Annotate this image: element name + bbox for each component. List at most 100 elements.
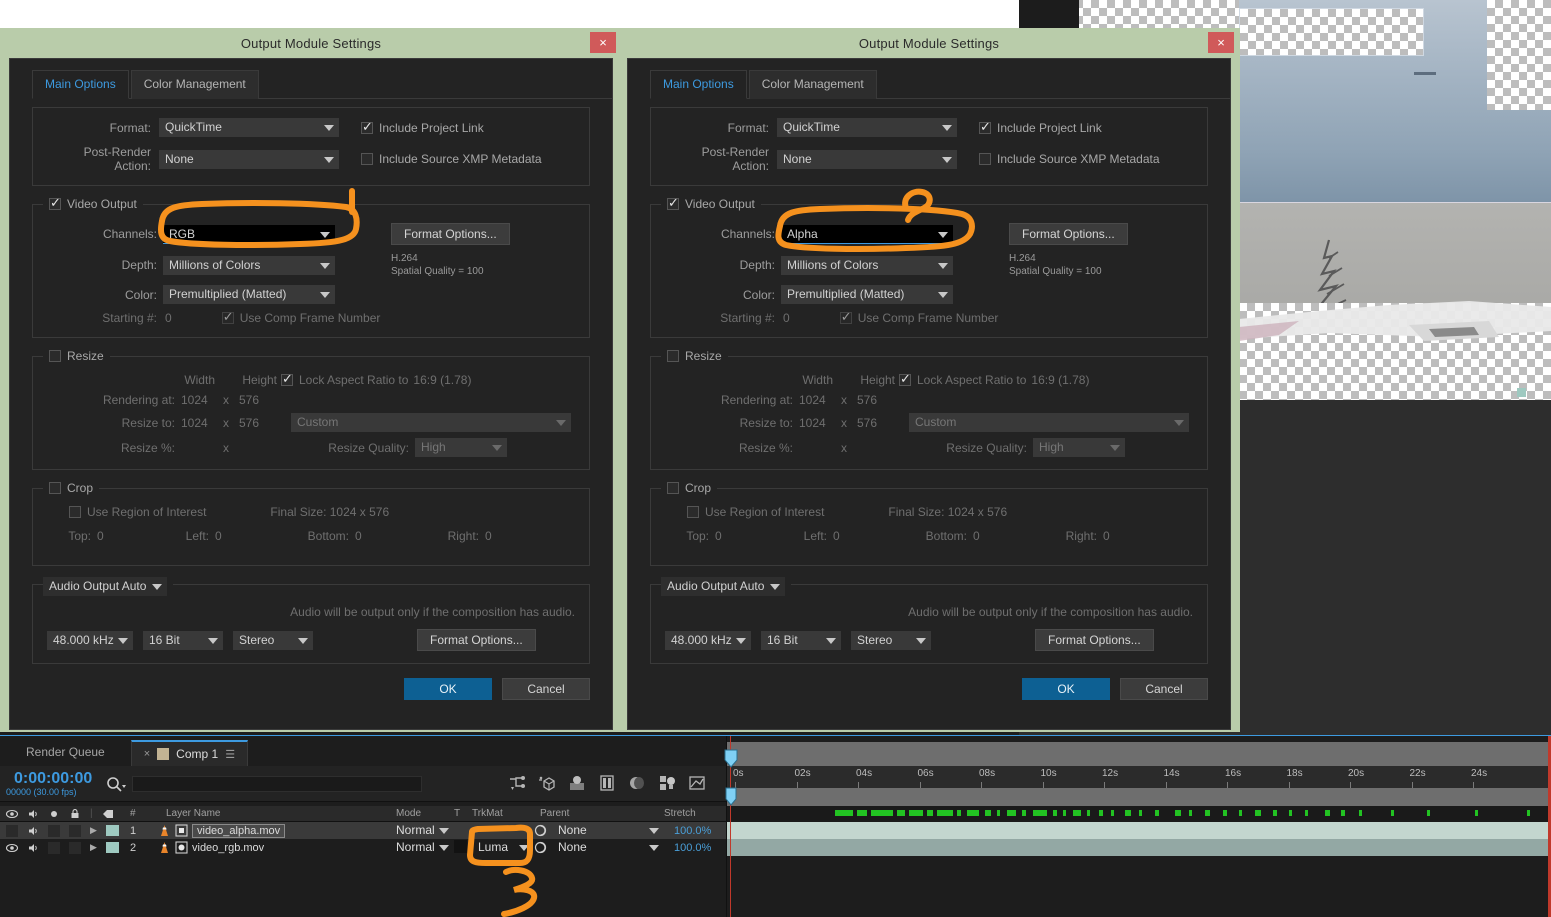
- use-comp-frame-checkbox-1[interactable]: Use Comp Frame Number: [221, 309, 380, 325]
- lock-toggle-2[interactable]: [69, 841, 81, 854]
- video-output-checkbox-2[interactable]: [667, 195, 679, 211]
- audio-output-legend-2[interactable]: Audio Output Auto: [661, 577, 791, 596]
- audio-bits-dropdown-1[interactable]: 16 Bit: [143, 630, 223, 650]
- audio-output-dropdown-2[interactable]: Audio Output Auto: [661, 577, 785, 596]
- audio-toggle-2[interactable]: [27, 842, 39, 854]
- channels-rgb-dropdown[interactable]: RGB: [163, 224, 335, 244]
- current-timecode[interactable]: 0:00:00:00: [14, 770, 92, 787]
- video-format-options-button-2[interactable]: Format Options...: [1009, 223, 1128, 245]
- solo-toggle-1[interactable]: [48, 824, 60, 837]
- time-indicator-handle-lower[interactable]: [723, 787, 739, 806]
- label-color-2[interactable]: [105, 842, 119, 853]
- video-format-options-button-1[interactable]: Format Options...: [391, 223, 510, 245]
- comp-tab-close-icon[interactable]: ×: [144, 748, 150, 760]
- dialog-2-ok-button[interactable]: OK: [1022, 678, 1110, 700]
- audio-rate-dropdown-1[interactable]: 48.000 kHz: [47, 630, 133, 650]
- dialog-2-cancel-button[interactable]: Cancel: [1120, 678, 1208, 700]
- trkmat-luma-dropdown[interactable]: Luma: [472, 838, 534, 857]
- motion-blur-icon[interactable]: [628, 774, 646, 792]
- crop-legend-2[interactable]: Crop: [661, 481, 718, 495]
- parent-pickwhip-icon-2[interactable]: [534, 841, 547, 854]
- use-roi-checkbox-2[interactable]: Use Region of Interest: [687, 505, 824, 519]
- stretch-value-1[interactable]: 100.0%: [664, 825, 711, 837]
- auto-keyframe-icon[interactable]: [688, 774, 706, 792]
- top-value-1[interactable]: 0: [91, 529, 169, 543]
- resize-preset-dropdown-1[interactable]: Custom: [291, 413, 571, 432]
- composition-mini-flowchart-icon[interactable]: [508, 774, 526, 792]
- parent-dropdown-2[interactable]: None: [552, 838, 664, 857]
- crop-checkbox-2[interactable]: [667, 482, 679, 494]
- bottom-value-1[interactable]: 0: [349, 529, 435, 543]
- use-roi-checkbox-1[interactable]: Use Region of Interest: [69, 505, 206, 519]
- channels-alpha-dropdown[interactable]: Alpha: [781, 224, 953, 244]
- resize-legend-1[interactable]: Resize: [43, 349, 110, 363]
- format-dropdown-2[interactable]: QuickTime: [777, 118, 957, 137]
- resize-quality-dropdown-1[interactable]: High: [415, 438, 507, 457]
- audio-toggle-1[interactable]: [27, 825, 39, 837]
- tab-render-queue[interactable]: Render Queue: [0, 738, 131, 766]
- tab-main-options-1[interactable]: Main Options: [32, 70, 129, 99]
- resize-width-1[interactable]: 1024: [175, 416, 223, 430]
- include-xmp-checkbox-2[interactable]: Include Source XMP Metadata: [979, 152, 1160, 166]
- stretch-value-2[interactable]: 100.0%: [664, 842, 711, 854]
- resize-checkbox-1[interactable]: [49, 350, 61, 362]
- left-value-1[interactable]: 0: [209, 529, 293, 543]
- dialog-2-close-button[interactable]: ×: [1208, 32, 1234, 53]
- resize-preset-dropdown-2[interactable]: Custom: [909, 413, 1189, 432]
- hide-shy-layers-icon[interactable]: [568, 774, 586, 792]
- dialog-1-cancel-button[interactable]: Cancel: [502, 678, 590, 700]
- parent-pickwhip-icon-1[interactable]: [534, 824, 547, 837]
- top-value-2[interactable]: 0: [709, 529, 787, 543]
- resize-height-2[interactable]: 576: [857, 416, 907, 430]
- color-dropdown-1[interactable]: Premultiplied (Matted): [163, 285, 335, 304]
- post-render-dropdown-1[interactable]: None: [159, 149, 339, 169]
- quality-switch-icon-1[interactable]: [175, 824, 188, 837]
- tab-comp-1[interactable]: × Comp 1 ☰: [130, 740, 249, 766]
- starting-value-1[interactable]: 0: [165, 311, 172, 325]
- resize-width-2[interactable]: 1024: [793, 416, 841, 430]
- expand-arrow-1[interactable]: ▶: [90, 825, 97, 836]
- time-indicator-handle[interactable]: [723, 749, 739, 770]
- dialog-1-close-button[interactable]: ×: [590, 32, 616, 53]
- eye-toggle-2[interactable]: [5, 842, 19, 854]
- resize-height-1[interactable]: 576: [239, 416, 289, 430]
- starting-value-2[interactable]: 0: [783, 311, 790, 325]
- dialog-1-ok-button[interactable]: OK: [404, 678, 492, 700]
- audio-rate-dropdown-2[interactable]: 48.000 kHz: [665, 630, 751, 650]
- frame-blending-icon[interactable]: [598, 774, 616, 792]
- audio-bits-dropdown-2[interactable]: 16 Bit: [761, 630, 841, 650]
- video-output-legend-2[interactable]: Video Output: [661, 195, 761, 211]
- include-project-link-checkbox-1[interactable]: Include Project Link: [361, 119, 484, 135]
- include-project-link-checkbox-2[interactable]: Include Project Link: [979, 119, 1102, 135]
- layer-bar-video-rgb[interactable]: [727, 839, 1551, 856]
- video-output-legend-1[interactable]: Video Output: [43, 195, 143, 211]
- lock-aspect-checkbox-2[interactable]: Lock Aspect Ratio to 16:9 (1.78): [899, 371, 1089, 387]
- layer-name-1[interactable]: video_alpha.mov: [192, 823, 286, 838]
- depth-dropdown-2[interactable]: Millions of Colors: [781, 255, 953, 275]
- timeline-search-input[interactable]: [132, 775, 423, 792]
- tab-color-management-1[interactable]: Color Management: [130, 70, 259, 99]
- right-value-2[interactable]: 0: [1097, 529, 1110, 543]
- comp-tab-menu-icon[interactable]: ☰: [225, 748, 235, 761]
- format-dropdown-1[interactable]: QuickTime: [159, 118, 339, 137]
- eye-toggle-1[interactable]: [6, 824, 18, 837]
- audio-format-options-button-2[interactable]: Format Options...: [1035, 629, 1154, 651]
- draft-3d-icon[interactable]: [538, 774, 556, 792]
- resize-legend-2[interactable]: Resize: [661, 349, 728, 363]
- use-comp-frame-checkbox-2[interactable]: Use Comp Frame Number: [839, 309, 998, 325]
- preserve-transparency-toggle-2[interactable]: [454, 839, 467, 853]
- mode-dropdown-2[interactable]: Normal: [392, 838, 454, 857]
- bottom-value-2[interactable]: 0: [967, 529, 1053, 543]
- resize-quality-dropdown-2[interactable]: High: [1033, 438, 1125, 457]
- video-output-checkbox-1[interactable]: [49, 195, 61, 211]
- crop-legend-1[interactable]: Crop: [43, 481, 100, 495]
- left-value-2[interactable]: 0: [827, 529, 911, 543]
- depth-dropdown-1[interactable]: Millions of Colors: [163, 255, 335, 275]
- search-icon[interactable]: [106, 776, 127, 792]
- graph-editor-icon[interactable]: [658, 774, 676, 792]
- lock-aspect-checkbox-1[interactable]: Lock Aspect Ratio to 16:9 (1.78): [281, 371, 471, 387]
- quality-switch-icon-2[interactable]: [175, 841, 188, 854]
- right-value-1[interactable]: 0: [479, 529, 492, 543]
- audio-output-legend-1[interactable]: Audio Output Auto: [43, 577, 173, 596]
- expand-arrow-2[interactable]: ▶: [90, 842, 97, 853]
